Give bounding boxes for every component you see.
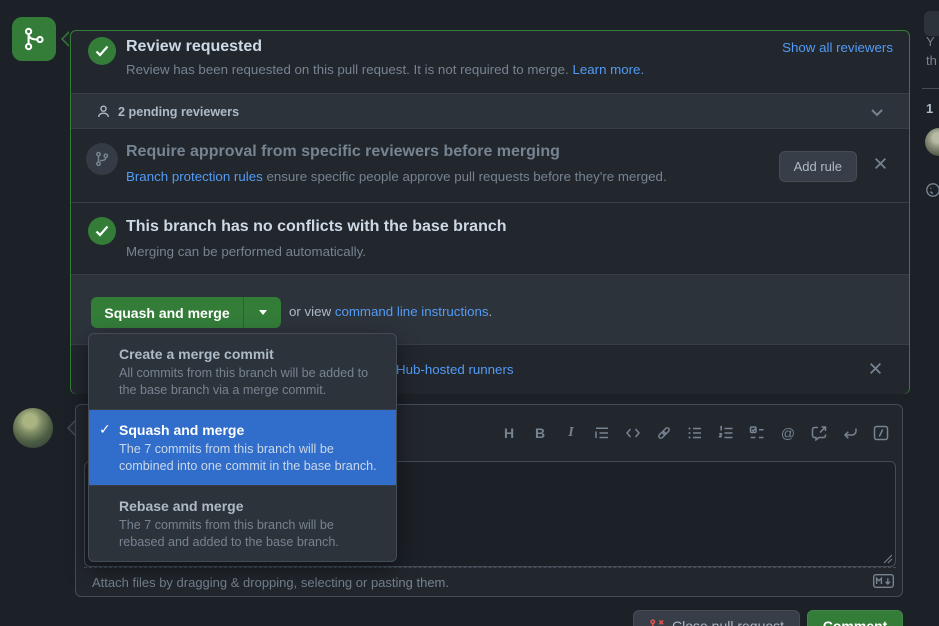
unordered-list-icon[interactable] — [686, 424, 704, 442]
chevron-down-icon[interactable] — [871, 109, 883, 117]
protection-title: Require approval from specific reviewers… — [126, 143, 560, 161]
branch-protection-rules-link[interactable]: Branch protection rules — [126, 169, 263, 184]
italic-icon[interactable]: I — [562, 424, 580, 442]
check-circle-icon — [88, 217, 116, 245]
right-rail-text-fragment: th — [926, 53, 937, 68]
mention-icon[interactable]: @ — [779, 424, 797, 442]
merge-button-group: Squash and merge — [91, 297, 281, 328]
dropdown-item-create-merge-commit[interactable]: Create a merge commit All commits from t… — [89, 334, 396, 410]
cli-instructions-text: or view command line instructions. — [289, 304, 492, 319]
hosted-runners-link[interactable]: Hub-hosted runners — [396, 362, 514, 377]
quote-icon[interactable] — [593, 424, 611, 442]
learn-more-link[interactable]: Learn more. — [572, 62, 644, 77]
reply-icon[interactable] — [841, 424, 859, 442]
conflicts-desc: Merging can be performed automatically. — [126, 244, 366, 259]
squash-and-merge-button[interactable]: Squash and merge — [91, 297, 243, 328]
review-desc: Review has been requested on this pull r… — [126, 62, 644, 77]
markdown-toolbar: H B I @ — [500, 421, 890, 445]
conflicts-title: This branch has no conflicts with the ba… — [126, 218, 507, 236]
close-pull-request-button[interactable]: Close pull request — [633, 610, 800, 626]
git-merge-icon — [21, 26, 47, 52]
dismiss-runners-icon[interactable] — [869, 362, 882, 375]
check-icon: ✓ — [99, 421, 111, 438]
comment-button[interactable]: Comment — [807, 610, 903, 626]
right-rail-divider — [922, 88, 939, 89]
merge-options-caret-button[interactable] — [243, 297, 281, 328]
branch-protection-section: Require approval from specific reviewers… — [71, 129, 909, 203]
slash-command-icon[interactable] — [872, 424, 890, 442]
right-rail-count: 1 — [926, 101, 933, 116]
right-rail-button[interactable] — [924, 11, 939, 36]
bold-icon[interactable]: B — [531, 424, 549, 442]
user-avatar[interactable] — [13, 408, 53, 448]
close-button-label: Close pull request — [672, 618, 784, 626]
right-rail-avatar[interactable] — [925, 128, 939, 156]
protection-desc: Branch protection rules ensure specific … — [126, 169, 667, 184]
attach-files-bar[interactable]: Attach files by dragging & dropping, sel… — [84, 567, 896, 596]
merge-options-dropdown: Create a merge commit All commits from t… — [88, 333, 397, 562]
attach-files-hint: Attach files by dragging & dropping, sel… — [92, 575, 449, 590]
right-rail-text-fragment: Y — [926, 34, 935, 49]
command-line-instructions-link[interactable]: command line instructions — [335, 304, 489, 319]
show-all-reviewers-link[interactable]: Show all reviewers — [782, 40, 893, 55]
pending-reviewers-row[interactable]: 2 pending reviewers — [71, 93, 909, 129]
task-list-icon[interactable] — [748, 424, 766, 442]
git-branch-icon — [86, 143, 118, 175]
person-icon — [96, 104, 111, 119]
dropdown-item-rebase-and-merge[interactable]: Rebase and merge The 7 commits from this… — [89, 486, 396, 561]
smiley-icon[interactable] — [925, 182, 939, 198]
caret-down-icon — [259, 310, 267, 315]
ordered-list-icon[interactable] — [717, 424, 735, 442]
check-circle-icon — [88, 37, 116, 65]
cross-reference-icon[interactable] — [810, 424, 828, 442]
markdown-icon[interactable] — [873, 574, 894, 588]
add-rule-button[interactable]: Add rule — [779, 151, 857, 182]
dismiss-protection-icon[interactable] — [874, 157, 887, 170]
pending-reviewers-label: 2 pending reviewers — [118, 105, 239, 119]
code-icon[interactable] — [624, 424, 642, 442]
dropdown-item-squash-and-merge[interactable]: ✓ Squash and merge The 7 commits from th… — [89, 410, 396, 486]
resize-grip-icon[interactable] — [883, 554, 893, 564]
pull-request-closed-icon — [649, 618, 665, 626]
git-merge-badge — [12, 17, 56, 61]
link-icon[interactable] — [655, 424, 673, 442]
heading-icon[interactable]: H — [500, 424, 518, 442]
review-title: Review requested — [126, 38, 262, 56]
